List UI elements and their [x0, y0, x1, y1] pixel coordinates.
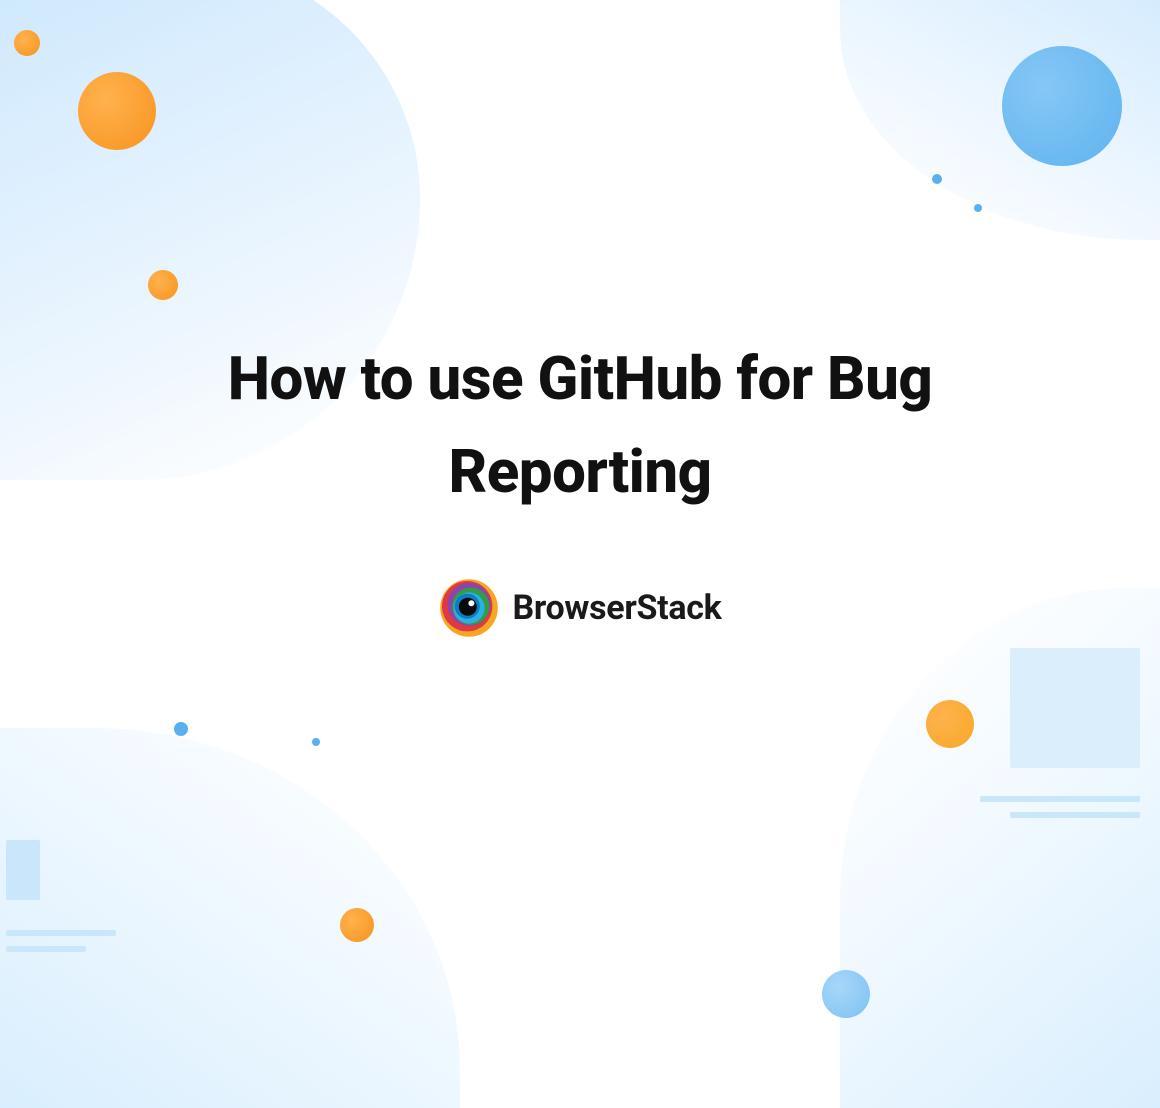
hero-content: How to use GitHub for Bug Reporting Brow…: [0, 0, 1160, 1048]
browserstack-logo-icon: [439, 578, 499, 638]
brand-name: BrowserStack: [513, 588, 722, 628]
hero-title: How to use GitHub for Bug Reporting: [170, 332, 990, 518]
brand-lockup: BrowserStack: [439, 578, 722, 638]
